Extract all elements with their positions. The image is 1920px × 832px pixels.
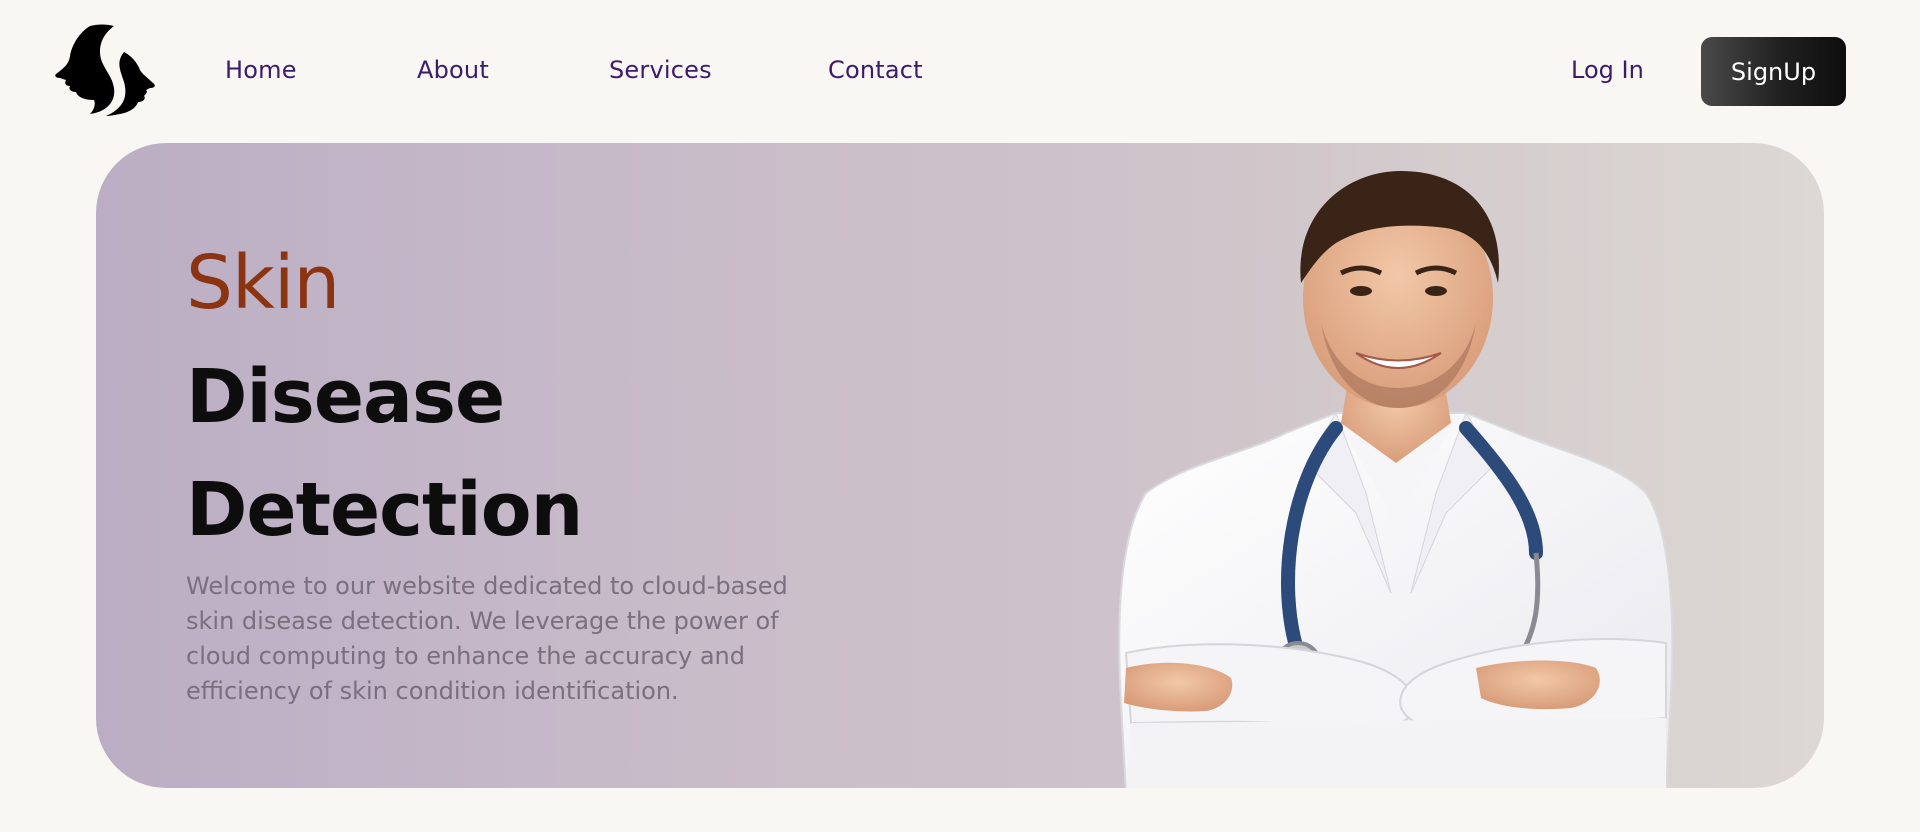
nav-link-services[interactable]: Services <box>609 56 712 84</box>
hero-description: Welcome to our website dedicated to clou… <box>186 572 788 705</box>
login-link[interactable]: Log In <box>1571 56 1644 84</box>
nav-link-contact[interactable]: Contact <box>828 56 923 84</box>
doctor-illustration <box>1118 171 1674 788</box>
logo-icon[interactable] <box>50 18 160 116</box>
signup-button[interactable]: SignUp <box>1701 37 1846 106</box>
nav-link-home[interactable]: Home <box>225 56 297 84</box>
nav-link-about[interactable]: About <box>417 56 489 84</box>
hero-title-skin: Skin <box>186 240 340 326</box>
hero-title-detection: Detection <box>186 467 583 553</box>
hero-banner: Skin Disease Detection Welcome to our we… <box>96 143 1824 788</box>
hero-title-disease: Disease <box>186 354 505 440</box>
